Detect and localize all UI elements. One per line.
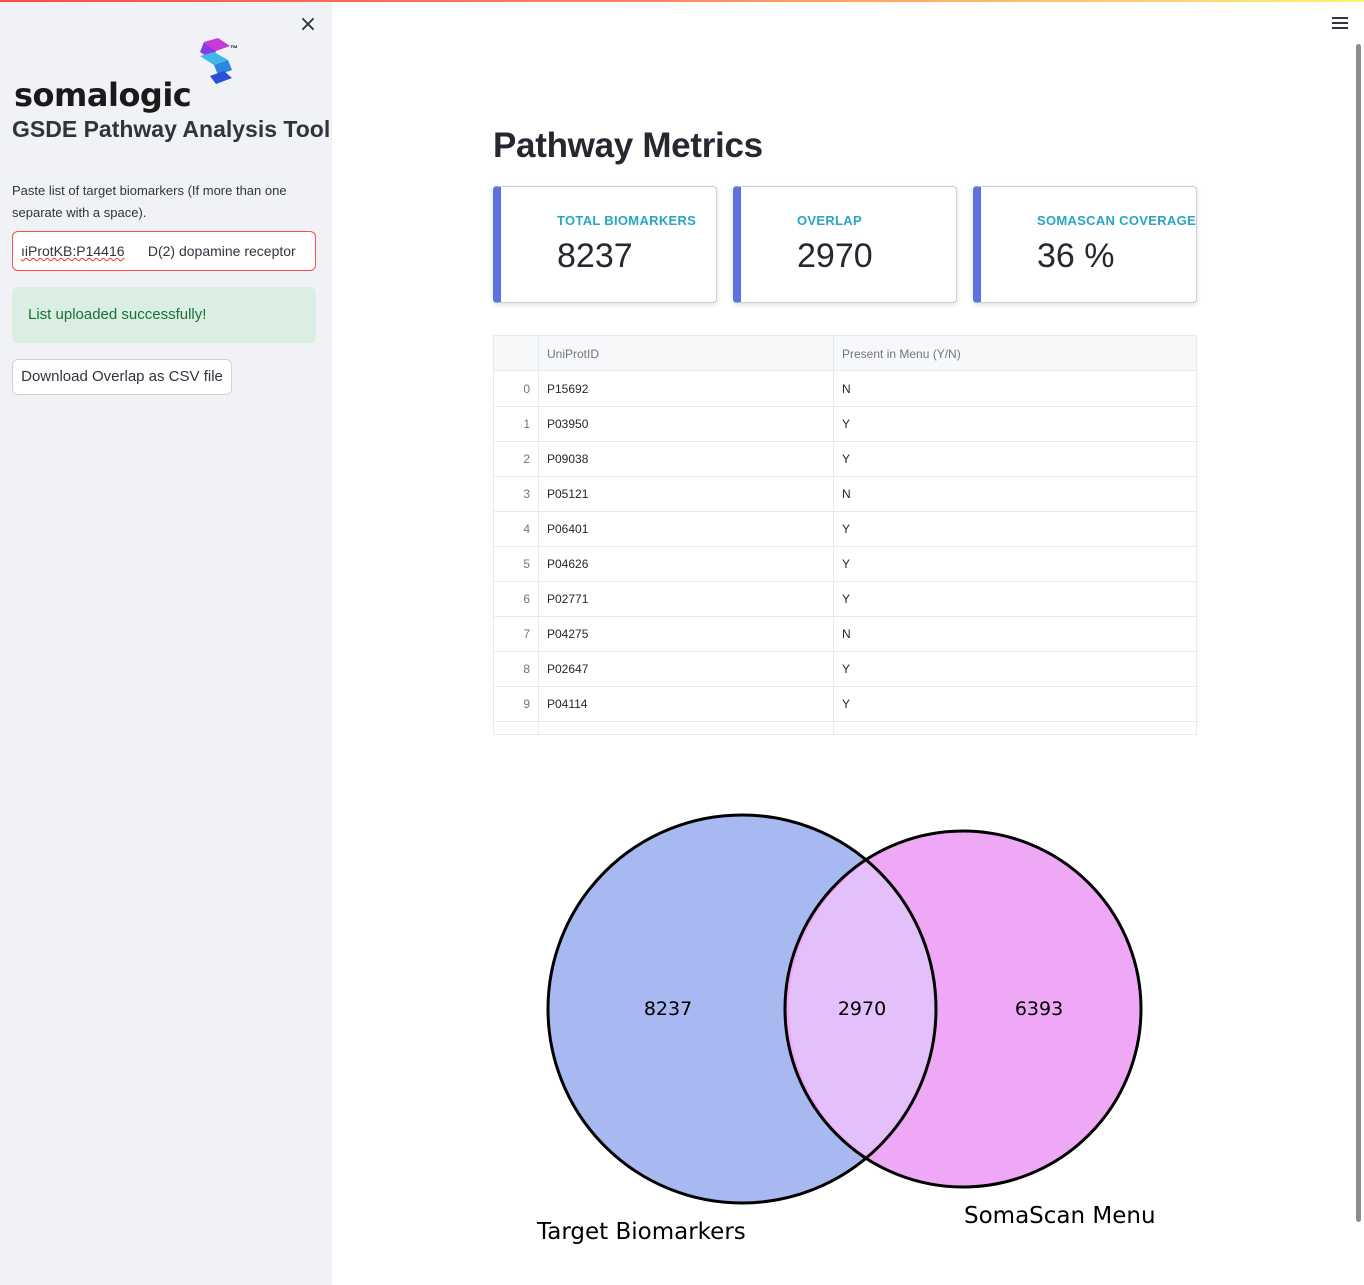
header-present-in-menu[interactable]: Present in Menu (Y/N)	[834, 336, 1196, 371]
app-title: GSDE Pathway Analysis Tool	[12, 116, 331, 142]
uniprotid-cell: P04114	[539, 687, 834, 722]
venn-value-overlap: 2970	[838, 998, 886, 1020]
row-index	[494, 722, 539, 734]
venn-label-somascan-menu: SomaScan Menu	[964, 1203, 1156, 1229]
metric-card-somascan-coverage: SOMASCAN COVERAGE 36 %	[973, 186, 1197, 303]
close-sidebar-icon[interactable]: ×	[296, 14, 320, 38]
present-in-menu-cell: Y	[842, 592, 851, 606]
header-index	[494, 336, 539, 371]
uniprotid-cell: P06401	[539, 512, 834, 547]
header-uniprotid[interactable]: UniProtID	[539, 336, 834, 371]
metric-label: SOMASCAN COVERAGE	[1037, 213, 1196, 228]
row-index: 6	[494, 582, 539, 617]
metric-label: TOTAL BIOMARKERS	[557, 213, 697, 228]
table-row[interactable]: 1 P03950 Y	[494, 407, 1196, 442]
table-row[interactable]: 2 P09038 Y	[494, 442, 1196, 477]
overlap-data-table[interactable]: UniProtID Present in Menu (Y/N) 0 P15692 N…	[493, 335, 1197, 735]
present-in-menu-cell: Y	[842, 417, 851, 431]
present-in-menu-cell: N	[842, 627, 851, 641]
page-title: Pathway Metrics	[493, 126, 763, 165]
uniprotid-cell	[539, 722, 834, 734]
input-value-prefix: ıiProtKB:P14416	[21, 243, 125, 259]
table-row-partial[interactable]	[494, 722, 1196, 734]
row-index: 1	[494, 407, 539, 442]
table-row[interactable]: 6 P02771 Y	[494, 582, 1196, 617]
metric-value: 2970	[797, 237, 873, 275]
table-header-row: UniProtID Present in Menu (Y/N)	[494, 336, 1196, 371]
venn-value-somascan-only: 6393	[1015, 998, 1063, 1020]
upload-success-alert: List uploaded successfully!	[12, 287, 316, 343]
metric-value: 8237	[557, 237, 633, 275]
uniprotid-cell: P09038	[539, 442, 834, 477]
row-index: 4	[494, 512, 539, 547]
present-in-menu-cell: N	[842, 382, 851, 396]
row-index: 8	[494, 652, 539, 687]
hamburger-menu-icon[interactable]	[1330, 14, 1352, 36]
row-index: 9	[494, 687, 539, 722]
uniprotid-cell: P02647	[539, 652, 834, 687]
input-value-suffix: D(2) dopamine receptor	[124, 243, 296, 259]
somalogic-logo: ™ somalogic	[12, 38, 252, 118]
present-in-menu-cell: Y	[842, 452, 851, 466]
table-row[interactable]: 4 P06401 Y	[494, 512, 1196, 547]
table-row[interactable]: 7 P04275 N	[494, 617, 1196, 652]
present-in-menu-cell: N	[842, 487, 851, 501]
page-scrollbar[interactable]	[1356, 44, 1361, 1222]
sidebar: × ™ somalogic GSDE Pathway Analysis Tool…	[0, 0, 332, 1285]
present-in-menu-cell: Y	[842, 697, 851, 711]
metric-label: OVERLAP	[797, 213, 862, 228]
row-index: 0	[494, 372, 539, 407]
venn-value-target-only: 8237	[644, 998, 692, 1020]
row-index: 2	[494, 442, 539, 477]
table-row[interactable]: 3 P05121 N	[494, 477, 1196, 512]
top-decoration-bar	[0, 0, 1364, 2]
venn-diagram: 8237 2970 6393 Target Biomarkers SomaSca…	[536, 813, 1156, 1245]
biomarker-input-label: Paste list of target biomarkers (If more…	[12, 183, 287, 220]
present-in-menu-cell	[834, 722, 1196, 734]
uniprotid-cell: P04275	[539, 617, 834, 652]
logo-trademark: ™	[230, 44, 238, 53]
uniprotid-cell: P03950	[539, 407, 834, 442]
present-in-menu-cell: Y	[842, 662, 851, 676]
table-row[interactable]: 0 P15692 N	[494, 372, 1196, 407]
present-in-menu-cell: Y	[842, 522, 851, 536]
logo-text: somalogic	[14, 76, 192, 114]
metric-card-total-biomarkers: TOTAL BIOMARKERS 8237	[493, 186, 717, 303]
table-row[interactable]: 9 P04114 Y	[494, 687, 1196, 722]
table-row[interactable]: 8 P02647 Y	[494, 652, 1196, 687]
present-in-menu-cell: Y	[842, 557, 851, 571]
uniprotid-cell: P04626	[539, 547, 834, 582]
download-csv-button[interactable]: Download Overlap as CSV file	[12, 359, 232, 395]
row-index: 3	[494, 477, 539, 512]
row-index: 7	[494, 617, 539, 652]
uniprotid-cell: P02771	[539, 582, 834, 617]
table-row[interactable]: 5 P04626 Y	[494, 547, 1196, 582]
metric-card-overlap: OVERLAP 2970	[733, 186, 957, 303]
uniprotid-cell: P15692	[539, 372, 834, 407]
venn-label-target-biomarkers: Target Biomarkers	[536, 1219, 746, 1245]
row-index: 5	[494, 547, 539, 582]
uniprotid-cell: P05121	[539, 477, 834, 512]
metric-value: 36 %	[1037, 237, 1115, 275]
biomarker-text-input[interactable]: ıiProtKB:P14416 D(2) dopamine receptor	[12, 231, 316, 271]
